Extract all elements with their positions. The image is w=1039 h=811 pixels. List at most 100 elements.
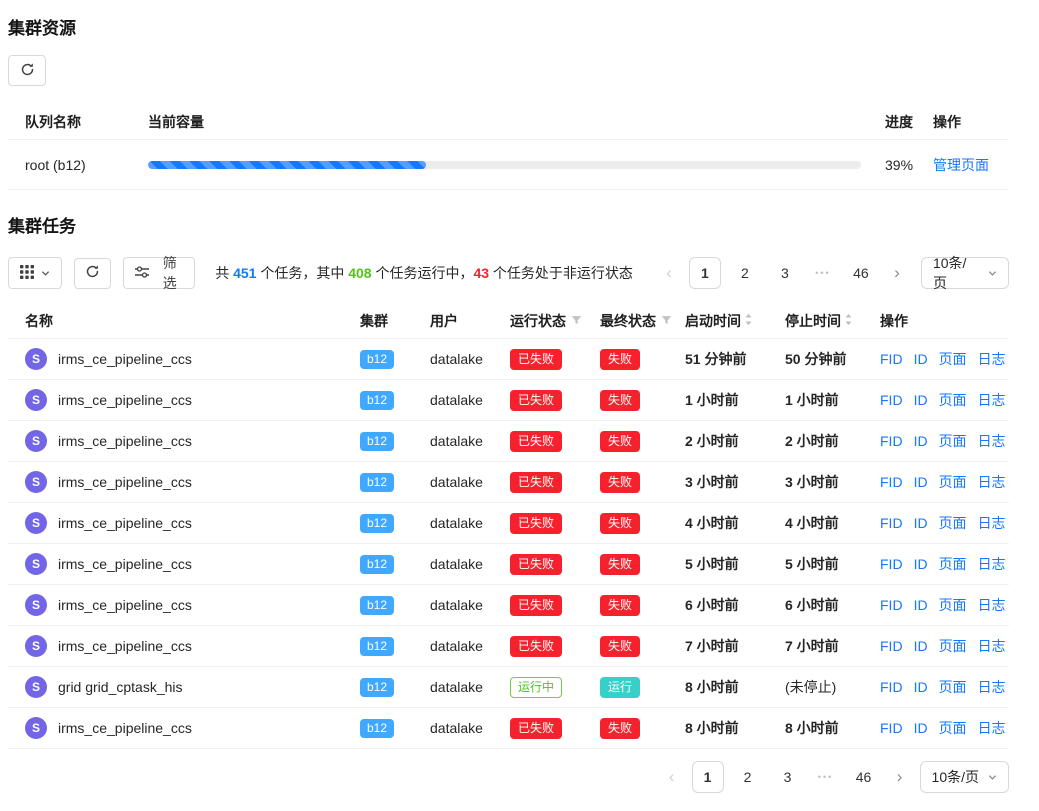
log-link[interactable]: 日志	[978, 431, 1006, 451]
task-name: irms_ce_pipeline_ccs	[58, 556, 192, 572]
manage-page-link[interactable]: 管理页面	[933, 157, 989, 173]
page-button-46[interactable]: 46	[845, 257, 877, 289]
run-status-badge: 已失败	[510, 636, 562, 657]
id-link[interactable]: ID	[914, 392, 928, 408]
column-header-start-time[interactable]: 启动时间	[685, 311, 785, 331]
fid-link[interactable]: FID	[880, 515, 903, 531]
id-link[interactable]: ID	[914, 351, 928, 367]
page-link[interactable]: 页面	[939, 390, 967, 410]
start-time: 1 小时前	[685, 390, 785, 410]
page-button-3[interactable]: 3	[769, 257, 801, 289]
pagination-bottom: ‹ 1 2 3 ••• 46 › 10条/页	[8, 761, 1009, 801]
page-link[interactable]: 页面	[939, 349, 967, 369]
log-link[interactable]: 日志	[978, 513, 1006, 533]
cluster-badge: b12	[360, 473, 394, 492]
column-header-name: 名称	[8, 311, 360, 331]
chevron-down-icon	[41, 265, 50, 281]
next-page-button[interactable]: ›	[885, 257, 909, 289]
page-button-1[interactable]: 1	[692, 761, 724, 793]
stop-time: 6 小时前	[785, 595, 880, 615]
page-link[interactable]: 页面	[939, 554, 967, 574]
spark-avatar: S	[25, 553, 47, 575]
fid-link[interactable]: FID	[880, 556, 903, 572]
id-link[interactable]: ID	[914, 597, 928, 613]
fid-link[interactable]: FID	[880, 597, 903, 613]
log-link[interactable]: 日志	[978, 390, 1006, 410]
task-name: irms_ce_pipeline_ccs	[58, 515, 192, 531]
column-header-cluster: 集群	[360, 311, 430, 331]
task-user: datalake	[430, 720, 510, 736]
prev-page-button[interactable]: ‹	[660, 761, 684, 793]
start-time: 8 小时前	[685, 677, 785, 697]
running-task-count: 408	[348, 265, 371, 281]
page-button-1[interactable]: 1	[689, 257, 721, 289]
page-jump-ellipsis[interactable]: •••	[809, 257, 837, 289]
refresh-resources-button[interactable]	[8, 55, 46, 86]
start-time: 5 小时前	[685, 554, 785, 574]
column-header-capacity: 当前容量	[148, 112, 885, 132]
column-header-run-status[interactable]: 运行状态	[510, 311, 600, 331]
column-header-stop-time[interactable]: 停止时间	[785, 311, 880, 331]
task-row: Sirms_ce_pipeline_ccs b12 datalake 已失败 失…	[8, 585, 1009, 626]
progress-value: 39%	[885, 157, 933, 173]
id-link[interactable]: ID	[914, 720, 928, 736]
page-link[interactable]: 页面	[939, 677, 967, 697]
page-link[interactable]: 页面	[939, 472, 967, 492]
fid-link[interactable]: FID	[880, 720, 903, 736]
column-settings-button[interactable]	[8, 257, 62, 289]
filter-button[interactable]: 筛选	[123, 257, 195, 289]
page: 集群资源 队列名称 当前容量 进度 操作 root (b12) 39% 管理页面…	[0, 0, 1039, 811]
page-button-46[interactable]: 46	[848, 761, 880, 793]
log-link[interactable]: 日志	[978, 472, 1006, 492]
log-link[interactable]: 日志	[978, 718, 1006, 738]
page-size-value: 10条/页	[933, 253, 979, 293]
page-jump-ellipsis[interactable]: •••	[812, 761, 840, 793]
page-button-2[interactable]: 2	[729, 257, 761, 289]
log-link[interactable]: 日志	[978, 636, 1006, 656]
task-name: irms_ce_pipeline_ccs	[58, 638, 192, 654]
page-link[interactable]: 页面	[939, 636, 967, 656]
fid-link[interactable]: FID	[880, 679, 903, 695]
id-link[interactable]: ID	[914, 433, 928, 449]
task-user: datalake	[430, 556, 510, 572]
cluster-badge: b12	[360, 678, 394, 697]
page-link[interactable]: 页面	[939, 595, 967, 615]
run-status-badge: 已失败	[510, 718, 562, 739]
log-link[interactable]: 日志	[978, 595, 1006, 615]
page-size-select[interactable]: 10条/页	[921, 257, 1009, 289]
filter-funnel-icon[interactable]	[661, 313, 672, 329]
log-link[interactable]: 日志	[978, 349, 1006, 369]
sorter-icon[interactable]	[744, 313, 753, 329]
sorter-icon[interactable]	[844, 313, 853, 329]
page-button-3[interactable]: 3	[772, 761, 804, 793]
final-status-badge: 失败	[600, 513, 640, 534]
fid-link[interactable]: FID	[880, 392, 903, 408]
fid-link[interactable]: FID	[880, 433, 903, 449]
log-link[interactable]: 日志	[978, 554, 1006, 574]
spark-avatar: S	[25, 389, 47, 411]
page-size-select[interactable]: 10条/页	[920, 761, 1009, 793]
id-link[interactable]: ID	[914, 638, 928, 654]
filter-funnel-icon[interactable]	[571, 313, 582, 329]
page-link[interactable]: 页面	[939, 431, 967, 451]
spark-avatar: S	[25, 512, 47, 534]
id-link[interactable]: ID	[914, 474, 928, 490]
column-header-final-status[interactable]: 最终状态	[600, 311, 685, 331]
cluster-resources-title: 集群资源	[8, 14, 1009, 39]
page-link[interactable]: 页面	[939, 718, 967, 738]
id-link[interactable]: ID	[914, 515, 928, 531]
fid-link[interactable]: FID	[880, 638, 903, 654]
id-link[interactable]: ID	[914, 679, 928, 695]
fid-link[interactable]: FID	[880, 351, 903, 367]
prev-page-button[interactable]: ‹	[657, 257, 681, 289]
next-page-button[interactable]: ›	[888, 761, 912, 793]
stop-time: 2 小时前	[785, 431, 880, 451]
stop-time: (未停止)	[785, 677, 880, 697]
fid-link[interactable]: FID	[880, 474, 903, 490]
log-link[interactable]: 日志	[978, 677, 1006, 697]
page-link[interactable]: 页面	[939, 513, 967, 533]
page-button-2[interactable]: 2	[732, 761, 764, 793]
id-link[interactable]: ID	[914, 556, 928, 572]
refresh-tasks-button[interactable]	[74, 258, 111, 289]
final-status-badge: 失败	[600, 390, 640, 411]
